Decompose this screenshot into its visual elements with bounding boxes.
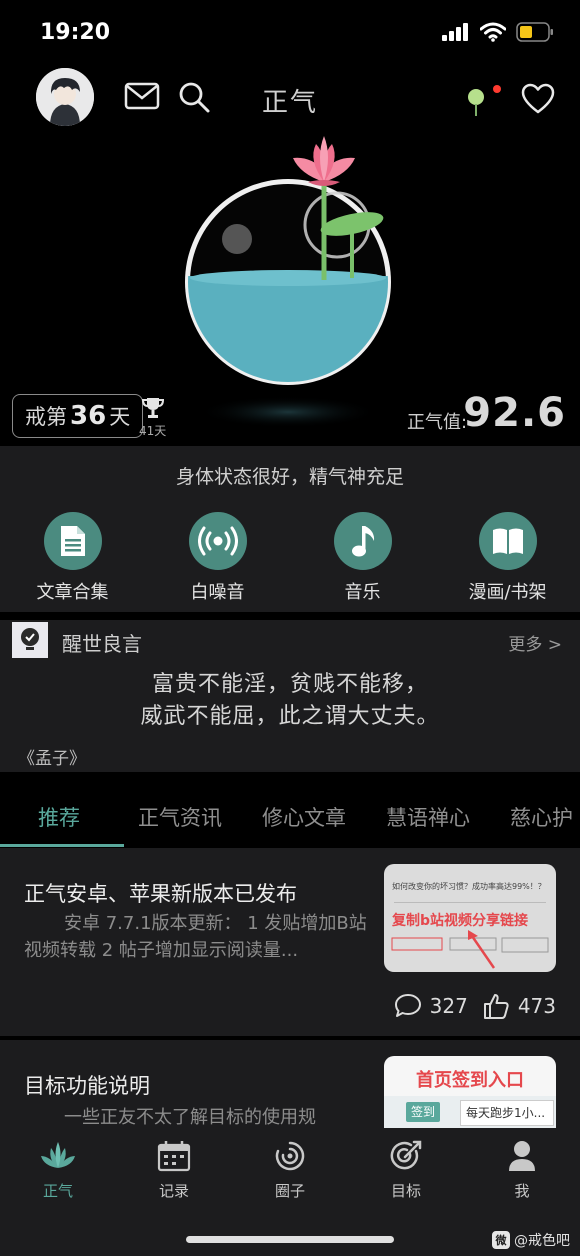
- streak-counter[interactable]: 戒第 36 天: [12, 394, 144, 438]
- like-icon[interactable]: [482, 992, 510, 1020]
- thumb-arrow-icon: [391, 930, 549, 969]
- feed-item[interactable]: 目标功能说明 一些正友不太了解目标的使用规 首页签到入口 签到 每天跑步1小..…: [0, 1040, 580, 1130]
- quote-title: 醒世良言: [62, 632, 142, 656]
- tab-compassion[interactable]: 慈心护: [510, 802, 573, 832]
- status-time: 19:20: [40, 20, 111, 45]
- hero: 戒第 36 天 41天 正气值: 92.6: [0, 130, 580, 446]
- feed-thumbnail: 如何改变你的坏习惯？成功率高达99%！？ 复制b站视频分享链接: [384, 864, 556, 972]
- best-streak: 41天: [139, 424, 167, 438]
- thumb-title: 首页签到入口: [416, 1070, 524, 1091]
- nav-label: 正气: [42, 1182, 73, 1200]
- heart-icon[interactable]: [521, 83, 555, 115]
- tab-news[interactable]: 正气资讯: [138, 802, 222, 832]
- watermark: 微 @戒色吧: [492, 1230, 570, 1250]
- shortcut-label: 音乐: [344, 582, 381, 603]
- tab-wisdom[interactable]: 慧语禅心: [386, 802, 470, 832]
- quote-line-1: 富贵不能淫，贫贱不能移，: [151, 672, 428, 697]
- lotus-icon: [41, 1142, 75, 1168]
- feed-excerpt: 安卓 7.7.1版本更新： 1 发贴增加B站视频转载 2 帖子增加显示阅读量..…: [24, 913, 367, 961]
- tab-recommended[interactable]: 推荐: [38, 802, 80, 832]
- score-value: 92.6: [463, 390, 566, 436]
- streak-days: 36: [70, 401, 107, 431]
- status-bar: 19:20: [0, 0, 580, 68]
- person-icon: [509, 1141, 535, 1171]
- feed-excerpt: 一些正友不太了解目标的使用规: [64, 1107, 316, 1128]
- weibo-logo-icon: 微: [492, 1231, 510, 1249]
- nav-label: 圈子: [274, 1182, 305, 1200]
- trophy-icon: [141, 398, 165, 418]
- shortcut-label: 白噪音: [190, 582, 245, 603]
- status-icons: [442, 22, 554, 42]
- circle-icon: [275, 1141, 305, 1171]
- nav-goals[interactable]: 目标: [348, 1140, 464, 1201]
- shortcut-articles[interactable]: 文章合集: [0, 512, 145, 604]
- streak-suffix: 天: [109, 405, 131, 429]
- broadcast-icon: [188, 512, 247, 570]
- shortcut-comics[interactable]: 漫画/书架: [435, 512, 580, 604]
- tab-articles[interactable]: 修心文章: [262, 802, 346, 832]
- active-tab-indicator: [0, 844, 124, 847]
- feed-thumbnail: 首页签到入口 签到 每天跑步1小...: [384, 1056, 556, 1130]
- feed-stats: 327 473: [394, 992, 556, 1020]
- thumb-checkin-button: 签到: [406, 1102, 440, 1122]
- shortcut-label: 漫画/书架: [468, 582, 547, 603]
- home-indicator: [186, 1236, 394, 1243]
- streak-prefix: 戒第: [25, 405, 67, 429]
- status-panel: 身体状态很好，精气神充足 文章合集 白噪音 音乐 漫画/书架: [0, 446, 580, 612]
- comment-count: 327: [429, 994, 468, 1018]
- calendar-icon: [157, 1141, 191, 1172]
- nav-label: 我: [514, 1182, 530, 1200]
- music-note-icon: [333, 512, 392, 570]
- nav-label: 目标: [390, 1182, 421, 1200]
- shortcut-white-noise[interactable]: 白噪音: [145, 512, 290, 604]
- like-count: 473: [517, 994, 556, 1018]
- plant-icon[interactable]: [465, 84, 505, 118]
- wifi-icon: [480, 22, 506, 42]
- shortcut-music[interactable]: 音乐: [290, 512, 435, 604]
- lightbulb-icon: [12, 622, 48, 658]
- quote-line-2: 威武不能屈，此之谓大丈夫。: [140, 704, 440, 729]
- nav-profile[interactable]: 我: [464, 1140, 580, 1201]
- feed-title: 正气安卓、苹果新版本已发布: [24, 882, 297, 906]
- feed-title: 目标功能说明: [24, 1074, 150, 1098]
- score-label: 正气值:: [407, 412, 468, 433]
- health-status-text: 身体状态很好，精气神充足: [175, 466, 404, 488]
- quote-more-link[interactable]: 更多 >: [508, 630, 562, 655]
- bottom-nav: 正气 记录 圈子 目标 我 微 @戒色吧: [0, 1128, 580, 1256]
- lotus-bowl-illustration: [185, 136, 391, 428]
- feed-item[interactable]: 正气安卓、苹果新版本已发布 安卓 7.7.1版本更新： 1 发贴增加B站视频转载…: [0, 848, 580, 1036]
- quote-source: 《孟子》: [18, 749, 86, 769]
- comment-icon[interactable]: [394, 993, 422, 1019]
- target-icon: [390, 1140, 422, 1170]
- battery-icon: [516, 22, 553, 42]
- nav-home[interactable]: 正气: [0, 1140, 116, 1201]
- document-icon: [43, 512, 102, 570]
- shortcut-label: 文章合集: [36, 582, 109, 603]
- nav-label: 记录: [158, 1182, 189, 1200]
- nav-records[interactable]: 记录: [116, 1140, 232, 1201]
- top-header: 正气: [0, 64, 580, 130]
- signal-icon: [442, 23, 468, 41]
- watermark-text: @戒色吧: [514, 1233, 570, 1249]
- quote-card[interactable]: 醒世良言 更多 > 富贵不能淫，贫贱不能移， 威武不能屈，此之谓大丈夫。 《孟子…: [0, 620, 580, 772]
- category-tabs: 推荐 正气资讯 修心文章 慧语禅心 慈心护: [0, 782, 580, 848]
- nav-community[interactable]: 圈子: [232, 1140, 348, 1201]
- book-icon: [478, 512, 537, 570]
- thumb-goal-item: 每天跑步1小...: [460, 1100, 554, 1126]
